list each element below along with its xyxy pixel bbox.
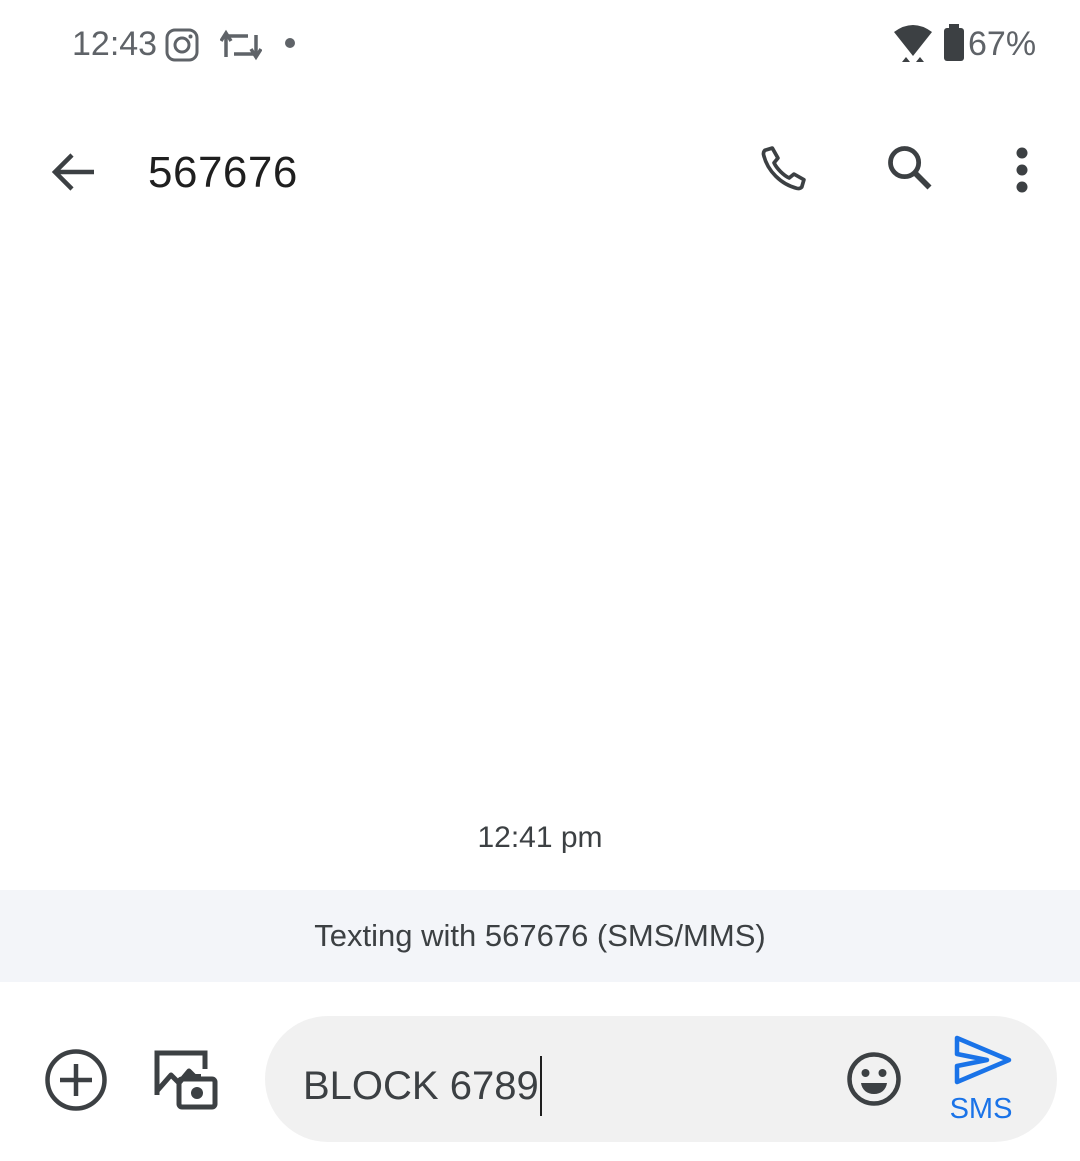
search-button[interactable]	[874, 132, 946, 204]
message-input-text: BLOCK 6789	[303, 1064, 539, 1108]
info-banner-text: Texting with 567676 (SMS/MMS)	[314, 918, 766, 953]
battery-icon	[944, 24, 964, 61]
send-label: SMS	[949, 1093, 1013, 1125]
message-timestamp: 12:41 pm	[477, 821, 603, 854]
more-vert-icon	[1016, 147, 1028, 193]
search-icon	[888, 146, 932, 190]
emoji-icon	[847, 1052, 901, 1106]
phone-icon	[761, 146, 806, 191]
instagram-icon	[165, 28, 199, 62]
notification-dot-icon	[285, 38, 295, 48]
compose-field[interactable]: BLOCK 6789 SMS	[265, 1016, 1057, 1142]
add-circle-icon	[45, 1049, 107, 1111]
battery-percent: 67%	[968, 25, 1037, 63]
gallery-button[interactable]	[146, 1040, 226, 1120]
info-banner: Texting with 567676 (SMS/MMS)	[0, 890, 1080, 982]
send-icon	[954, 1035, 1012, 1085]
emoji-button[interactable]	[841, 1046, 907, 1112]
back-arrow-icon	[51, 153, 94, 191]
back-button[interactable]	[38, 136, 110, 208]
message-input[interactable]: BLOCK 6789	[303, 1056, 542, 1116]
call-button[interactable]	[748, 132, 820, 204]
more-options-button[interactable]	[986, 134, 1058, 206]
text-cursor	[539, 1056, 542, 1116]
wifi-icon	[894, 25, 932, 62]
repost-icon	[220, 29, 262, 61]
send-sms-button[interactable]: SMS	[937, 1034, 1025, 1126]
conversation-title: 567676	[148, 148, 298, 197]
status-time: 12:43	[72, 25, 158, 63]
attach-button[interactable]	[36, 1040, 116, 1120]
gallery-camera-icon	[154, 1050, 218, 1110]
